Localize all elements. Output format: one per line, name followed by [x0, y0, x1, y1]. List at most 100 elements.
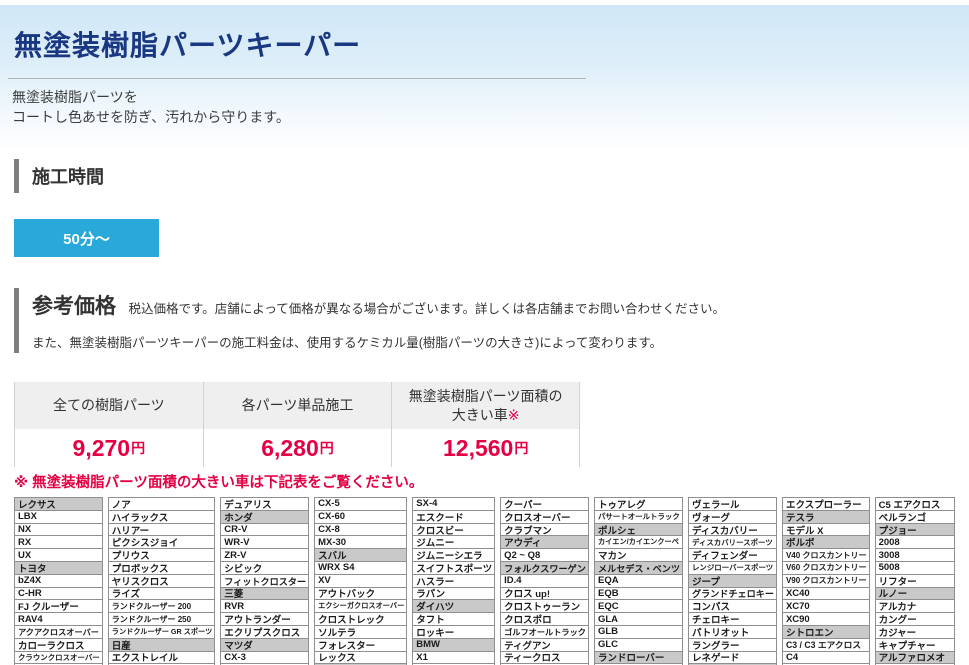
car-model-cell: エクスプローラー	[782, 497, 870, 511]
car-brand-header: レクサス	[14, 497, 103, 511]
car-brand-header: ジープ	[688, 574, 777, 588]
car-model-cell: EQC	[594, 599, 683, 613]
yen-unit: 円	[514, 438, 528, 458]
car-model-cell: レネゲード	[688, 651, 777, 665]
car-model-cell: ヴェラール	[688, 497, 777, 511]
car-table-column: SX-4エスクードクロスビージムニージムニーシエラスイフトスポーツハスラーラパン…	[412, 497, 495, 665]
car-model-cell: ティグアン	[500, 638, 589, 652]
car-brand-header: プジョー	[875, 523, 955, 537]
car-model-cell: アクアクロスオーバー	[14, 625, 103, 639]
car-model-cell: CR-V	[220, 523, 309, 537]
car-brand-header: トヨタ	[14, 561, 103, 575]
car-model-cell: Q2 ~ Q8	[500, 548, 589, 562]
car-model-cell: レンジローバースポーツ	[688, 561, 777, 575]
car-model-cell: V40 クロスカントリー	[782, 548, 870, 562]
title-divider	[8, 78, 586, 79]
car-model-cell: ハイラックス	[108, 510, 216, 524]
car-model-cell: ジムニー	[412, 535, 495, 549]
car-model-cell: ピクシスジョイ	[108, 535, 216, 549]
car-model-cell: マカン	[594, 548, 683, 562]
car-model-cell: クーパー	[500, 497, 589, 511]
car-model-cell: エクストレイル	[108, 651, 216, 665]
car-brand-header: ポルシェ	[594, 523, 683, 537]
car-table-column: エクスプローラーテスラモデル XボルボV40 クロスカントリーV60 クロスカン…	[782, 497, 870, 665]
car-model-cell: ランドクルーザー GR スポーツ	[108, 625, 216, 639]
car-model-cell: ラングラー	[688, 638, 777, 652]
section-heading-construction-time: 施工時間	[14, 159, 969, 193]
section-heading-reference-price: 参考価格	[32, 295, 116, 318]
car-model-cell: エスクード	[412, 510, 495, 524]
car-model-cell: クロスオーバー	[500, 510, 589, 524]
price-header: 無塗装樹脂パーツ面積の 大きい車※	[392, 382, 579, 429]
car-model-cell: ディスカバリー	[688, 523, 777, 537]
car-model-cell: X1	[412, 651, 495, 665]
car-model-cell: カングー	[875, 612, 955, 626]
car-model-cell: モデル X	[782, 523, 870, 537]
car-brand-header: スバル	[314, 548, 407, 562]
car-model-cell: SX-4	[412, 497, 495, 511]
car-model-cell: NX	[14, 523, 103, 537]
car-model-cell: クラブマン	[500, 523, 589, 537]
car-brand-header: フォルクスワーゲン	[500, 561, 589, 575]
car-model-cell: カローラクロス	[14, 638, 103, 652]
car-model-cell: カジャー	[875, 625, 955, 639]
car-model-cell: カイエン/カイエンクーペ	[594, 535, 683, 549]
car-brand-header: シトロエン	[782, 625, 870, 639]
car-model-cell: ハスラー	[412, 574, 495, 588]
car-model-cell: タフト	[412, 612, 495, 626]
reference-price-block: 参考価格 税込価格です。店舗によって価格が異なる場合がございます。詳しくは各店舗…	[14, 288, 969, 353]
car-model-cell: ID.4	[500, 574, 589, 588]
car-model-cell: クラウンクロスオーバー	[14, 651, 103, 665]
reference-price-line: 参考価格 税込価格です。店舗によって価格が異なる場合がございます。詳しくは各店舗…	[32, 290, 969, 320]
page-description: 無塗装樹脂パーツを コートし色あせを防ぎ、汚れから守ります。	[12, 87, 969, 127]
car-model-cell: シビック	[220, 561, 309, 575]
yen-unit: 円	[131, 438, 145, 458]
car-model-cell: C3 / C3 エアクロス	[782, 638, 870, 652]
car-model-cell: 5008	[875, 561, 955, 575]
price-value: 6,280円	[204, 429, 392, 467]
car-model-cell: エクリプスクロス	[220, 625, 309, 639]
large-car-note: ※ 無塗装樹脂パーツ面積の大きい車は下記表をご覧ください。	[14, 471, 969, 492]
car-model-cell: トゥアレグ	[594, 497, 683, 511]
car-brand-header: ダイハツ	[412, 599, 495, 613]
yen-unit: 円	[320, 438, 334, 458]
car-model-cell: ハリアー	[108, 523, 216, 537]
car-table-column: レクサスLBXNXRXUXトヨタbZ4XC-HRFJ クルーザーRAV4アクアク…	[14, 497, 103, 665]
price-column-single-part: 各パーツ単品施工 6,280円	[203, 382, 392, 467]
car-model-cell: bZ4X	[14, 574, 103, 588]
car-brand-header: テスラ	[782, 510, 870, 524]
car-model-cell: ジムニーシエラ	[412, 548, 495, 562]
reference-price-subtext: 税込価格です。店舗によって価格が異なる場合がございます。詳しくは各店舗までお問い…	[128, 302, 725, 316]
car-model-cell: ヤリスクロス	[108, 574, 216, 588]
car-model-cell: XC70	[782, 599, 870, 613]
car-model-cell: 2008	[875, 535, 955, 549]
page-title: 無塗装樹脂パーツキーパー	[14, 29, 969, 62]
car-model-cell: ディスカバリースポーツ	[688, 535, 777, 549]
car-table: レクサスLBXNXRXUXトヨタbZ4XC-HRFJ クルーザーRAV4アクアク…	[14, 497, 955, 665]
car-table-column: クーパークロスオーバークラブマンアウディQ2 ~ Q8フォルクスワーゲンID.4…	[500, 497, 589, 665]
car-model-cell: リフター	[875, 574, 955, 588]
car-table-column: ノアハイラックスハリアーピクシスジョイプリウスプロボックスヤリスクロスライズラン…	[108, 497, 216, 665]
car-model-cell: ディフェンダー	[688, 548, 777, 562]
car-model-cell: アルカナ	[875, 599, 955, 613]
price-header: 各パーツ単品施工	[204, 382, 392, 429]
car-model-cell: プロボックス	[108, 561, 216, 575]
car-model-cell: CX-60	[314, 510, 407, 524]
car-table-column: トゥアレグパサートオールトラックポルシェカイエン/カイエンクーペマカンメルセデス…	[594, 497, 683, 665]
page-description-line1: 無塗装樹脂パーツを	[12, 87, 969, 107]
car-model-cell: FJ クルーザー	[14, 599, 103, 613]
price-column-large-area-car: 無塗装樹脂パーツ面積の 大きい車※ 12,560円	[391, 382, 580, 467]
car-model-cell: GLC	[594, 638, 683, 652]
car-model-cell: ベルランゴ	[875, 510, 955, 524]
car-model-cell: GLB	[594, 625, 683, 639]
car-model-cell: RVR	[220, 599, 309, 613]
car-model-cell: C5 エアクロス	[875, 497, 955, 511]
price-value: 9,270円	[15, 429, 203, 467]
page-description-line2: コートし色あせを防ぎ、汚れから守ります。	[12, 107, 969, 127]
car-model-cell: スイフトスポーツ	[412, 561, 495, 575]
car-model-cell: フォレスター	[314, 638, 407, 652]
car-model-cell: パトリオット	[688, 625, 777, 639]
car-table-column: デュアリスホンダCR-VWR-VZR-Vシビックフィットクロスター三菱RVRアウ…	[220, 497, 309, 665]
car-model-cell: LBX	[14, 510, 103, 524]
car-table-column: ヴェラールヴォーグディスカバリーディスカバリースポーツディフェンダーレンジローバ…	[688, 497, 777, 665]
